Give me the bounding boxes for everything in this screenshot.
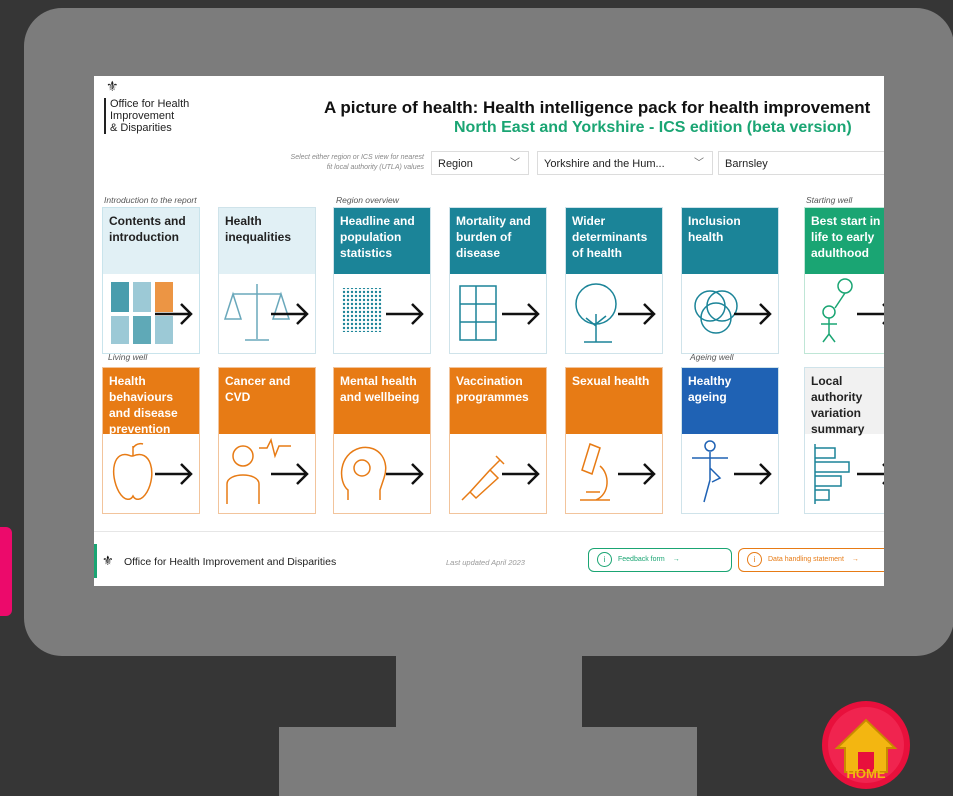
report-pages-icon: [111, 282, 193, 344]
population-grid-icon: [342, 288, 424, 332]
tile-mental-health[interactable]: Mental health and wellbeing: [333, 367, 431, 514]
tile-wider-determinants[interactable]: Wider determinants of health: [565, 207, 663, 354]
apple-icon: [112, 442, 193, 500]
arrow-right-icon: →: [851, 556, 859, 563]
head-gears-icon: [340, 446, 424, 500]
ohid-logo: Office for Health Improvement & Disparit…: [104, 98, 218, 134]
monitor-base: [279, 727, 697, 796]
microscope-icon: [580, 443, 656, 501]
heartbeat-person-icon: [226, 437, 309, 504]
tile-healthy-ageing[interactable]: Healthy ageing: [681, 367, 779, 514]
syringe-icon: [461, 455, 540, 501]
tile-mortality[interactable]: Mortality and burden of disease: [449, 207, 547, 354]
scales-icon: [223, 284, 309, 341]
footer-divider: [94, 531, 884, 532]
tile-headline-population[interactable]: Headline and population statistics: [333, 207, 431, 354]
tile-sexual-health[interactable]: Sexual health: [565, 367, 663, 514]
side-tab[interactable]: [0, 527, 12, 616]
section-label-region: Region overview: [336, 195, 399, 205]
region-select[interactable]: Yorkshire and the Hum... ﹀: [537, 151, 713, 175]
view-type-select[interactable]: Region ﹀: [431, 151, 529, 175]
venn-icon: [694, 290, 772, 334]
table-chart-icon: [459, 285, 540, 341]
footer-accent: [94, 544, 97, 578]
home-button[interactable]: HOME: [811, 700, 921, 790]
home-label: HOME: [847, 766, 886, 781]
chevron-down-icon: ﹀: [694, 158, 704, 169]
data-handling-button[interactable]: i Data handling statement →: [738, 548, 884, 572]
tree-icon: [575, 283, 656, 343]
royal-crest-icon: ⚜: [102, 553, 114, 568]
child-balloon-icon: [821, 278, 884, 343]
chevron-down-icon: ﹀: [510, 158, 520, 169]
section-label-starting: Starting well: [806, 195, 853, 205]
tile-best-start[interactable]: Best start in life to early adulthood: [804, 207, 884, 354]
section-label-intro: Introduction to the report: [104, 195, 197, 205]
report-screen: ⚜ Office for Health Improvement & Dispar…: [94, 76, 884, 586]
monitor-neck: [396, 656, 582, 730]
tile-local-authority-variation[interactable]: Local authority variation summary: [804, 367, 884, 514]
tile-inclusion-health[interactable]: Inclusion health: [681, 207, 779, 354]
royal-crest-icon: ⚜: [106, 78, 119, 94]
tile-contents[interactable]: Contents and introduction: [102, 207, 200, 354]
local-authority-select[interactable]: Barnsley: [718, 151, 884, 175]
tile-health-behaviours[interactable]: Health behaviours and disease prevention: [102, 367, 200, 514]
report-subtitle: North East and Yorkshire - ICS edition (…: [454, 119, 852, 136]
report-title: A picture of health: Health intelligence…: [324, 98, 871, 117]
feedback-form-button[interactable]: i Feedback form →: [588, 548, 732, 572]
yoga-pose-icon: [692, 440, 772, 503]
arrow-right-icon: →: [672, 556, 680, 563]
bar-list-icon: [814, 444, 884, 504]
tile-vaccination[interactable]: Vaccination programmes: [449, 367, 547, 514]
info-icon: i: [597, 551, 612, 567]
info-icon: i: [747, 551, 762, 567]
tile-cancer-cvd[interactable]: Cancer and CVD: [218, 367, 316, 514]
footer-org: Office for Health Improvement and Dispar…: [124, 556, 337, 568]
view-hint: Select either region or ICS view for nea…: [290, 154, 424, 171]
tile-health-inequalities[interactable]: Health inequalities: [218, 207, 316, 354]
last-updated: Last updated April 2023: [446, 558, 525, 567]
